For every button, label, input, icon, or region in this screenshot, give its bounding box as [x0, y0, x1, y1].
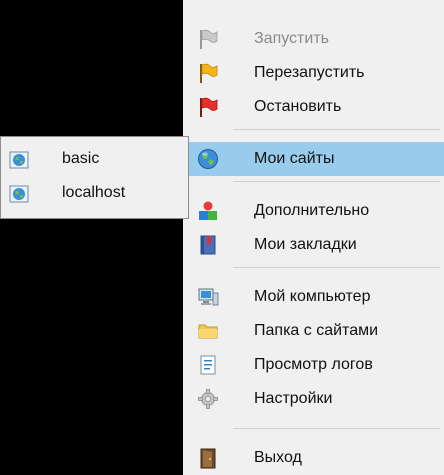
submenu-item-basic[interactable]: basic	[1, 143, 188, 177]
menu-item-restart[interactable]: Перезапустить	[187, 56, 444, 90]
menu-item-label: Запустить	[254, 30, 329, 47]
menu-item-view-logs[interactable]: Просмотр логов	[187, 348, 444, 382]
menu-item-my-computer[interactable]: Мой компьютер	[187, 280, 444, 314]
menu-item-stop[interactable]: Остановить	[187, 90, 444, 124]
menu-item-label: Папка с сайтами	[254, 322, 379, 339]
menu-item-label: Мои сайты	[254, 150, 335, 167]
red-flag-icon	[197, 96, 219, 118]
menu-item-start[interactable]: Запустить	[187, 22, 444, 56]
submenu-item-label: basic	[62, 150, 100, 167]
separator	[233, 129, 440, 130]
gear-icon	[197, 388, 219, 410]
menu-item-bookmarks[interactable]: Мои закладки	[187, 228, 444, 262]
white-flag-icon	[197, 28, 219, 50]
menu-item-settings[interactable]: Настройки	[187, 382, 444, 416]
shapes-icon	[197, 200, 219, 222]
globe-icon	[197, 148, 219, 170]
menu-item-exit[interactable]: Выход	[187, 441, 444, 475]
menu-item-additional[interactable]: Дополнительно	[187, 194, 444, 228]
exit-door-icon	[197, 447, 219, 469]
folder-icon	[197, 320, 219, 342]
site-globe-icon	[8, 149, 30, 171]
menu-item-label: Мои закладки	[254, 236, 357, 253]
menu-item-label: Мой компьютер	[254, 288, 371, 305]
yellow-flag-icon	[197, 62, 219, 84]
menu-item-label: Выход	[254, 449, 302, 466]
separator	[233, 267, 440, 268]
site-globe-icon	[8, 183, 30, 205]
menu-item-label: Дополнительно	[254, 202, 370, 219]
menu-item-my-sites[interactable]: Мои сайты	[187, 142, 444, 176]
menu-item-label: Остановить	[254, 98, 342, 115]
menu-item-sites-folder[interactable]: Папка с сайтами	[187, 314, 444, 348]
computer-icon	[197, 286, 219, 308]
menu-item-label: Перезапустить	[254, 64, 365, 81]
separator	[233, 181, 440, 182]
bookmark-book-icon	[197, 234, 219, 256]
context-menu: Запустить Перезапустить Остановить Мои с…	[183, 0, 444, 475]
log-document-icon	[197, 354, 219, 376]
separator	[233, 428, 440, 429]
submenu-item-label: localhost	[62, 184, 126, 201]
menu-item-label: Просмотр логов	[254, 356, 373, 373]
menu-item-label: Настройки	[254, 390, 333, 407]
sites-submenu: basic localhost	[0, 136, 189, 219]
submenu-item-localhost[interactable]: localhost	[1, 177, 188, 211]
